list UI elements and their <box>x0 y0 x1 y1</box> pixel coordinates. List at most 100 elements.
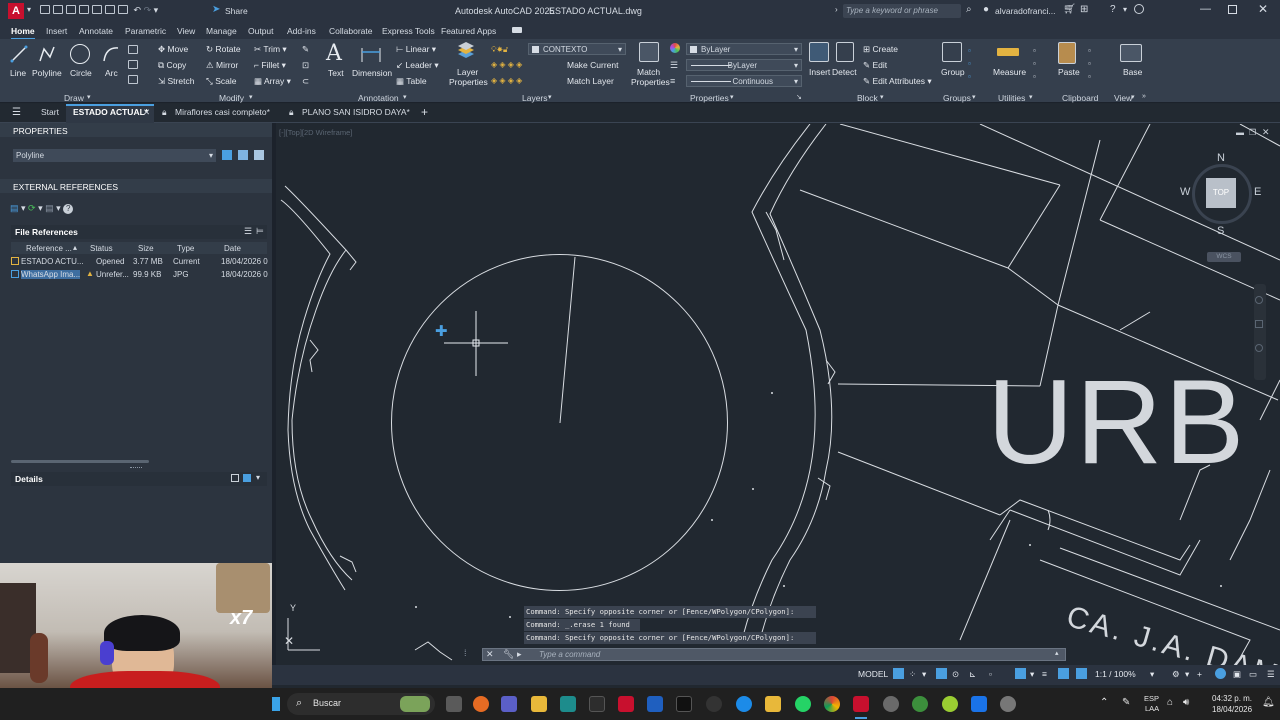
measure-button[interactable]: Measure <box>993 67 1026 77</box>
app-teal-icon[interactable] <box>560 696 576 712</box>
table-row[interactable]: WhatsApp Ima... ▲ Unrefer... 99.9 KB JPG… <box>11 269 268 281</box>
store-icon[interactable] <box>531 696 547 712</box>
gear-icon[interactable]: ⚙ <box>1172 669 1180 680</box>
polyline-button[interactable]: Polyline <box>32 68 62 78</box>
network-icon[interactable]: ⌂ <box>1167 697 1173 708</box>
object-snap-icon[interactable] <box>1015 668 1026 679</box>
viewport-close-icon[interactable]: ✕ <box>1262 127 1270 138</box>
hamburger-menu-icon[interactable]: ☰ <box>12 107 21 118</box>
layer-properties-label-1[interactable]: Layer <box>457 67 478 77</box>
utilities-group-label[interactable]: Utilities <box>998 93 1025 103</box>
help-search-input[interactable]: Type a keyword or phrase <box>843 4 961 18</box>
autocad-taskbar-icon[interactable] <box>853 696 869 712</box>
viewcube-south[interactable]: S <box>1217 225 1224 237</box>
tiktok-icon[interactable] <box>676 696 692 712</box>
customization-icon[interactable]: ☰ <box>1267 669 1275 680</box>
arc-button[interactable]: Arc <box>105 68 118 78</box>
user-name[interactable]: alvaradofranci... <box>995 6 1055 16</box>
search-icon[interactable]: ⌕ <box>966 4 972 15</box>
selection-dropdown[interactable]: Polyline ▾ <box>13 149 216 162</box>
modify-expand-icon[interactable]: ▾ <box>249 93 253 101</box>
properties-launcher-icon[interactable]: ↘ <box>796 93 802 101</box>
steering-wheel-icon[interactable] <box>1255 296 1263 304</box>
viewcube-west[interactable]: W <box>1180 186 1190 198</box>
language-indicator-2[interactable]: LAA <box>1145 704 1159 713</box>
viewport-minimize-icon[interactable]: ▬ <box>1236 128 1244 137</box>
col-status[interactable]: Status <box>90 244 113 253</box>
github-icon[interactable] <box>706 696 722 712</box>
draw-group-label[interactable]: Draw <box>64 93 84 103</box>
viewcube-top-face[interactable]: TOP <box>1206 178 1236 208</box>
base-button[interactable]: Base <box>1123 67 1142 77</box>
firefox-icon[interactable] <box>473 696 489 712</box>
object-snap-dropdown-icon[interactable]: ▾ <box>1030 669 1034 680</box>
lineweight-display-icon[interactable]: ≡ <box>1042 669 1047 679</box>
scale-dropdown-icon[interactable]: ▾ <box>1150 669 1154 680</box>
table-button[interactable]: ▦ Table <box>396 76 427 87</box>
move-button[interactable]: ✥ Move <box>158 44 188 55</box>
plus-icon[interactable]: + <box>1197 669 1202 679</box>
new-icon[interactable] <box>40 5 50 14</box>
app-gray-icon[interactable] <box>883 696 899 712</box>
redo-icon[interactable]: ↷ <box>144 5 152 15</box>
snap-icon[interactable]: ⁘ <box>909 669 916 680</box>
text-button[interactable]: Text <box>328 68 344 78</box>
trim-button[interactable]: ✂ Trim ▾ <box>254 44 287 55</box>
region-icon[interactable] <box>128 75 138 84</box>
clock-time[interactable]: 04:32 p. m. <box>1212 694 1252 703</box>
hatch-icon[interactable] <box>128 60 138 69</box>
change-path-icon[interactable]: ▤ <box>45 203 54 213</box>
close-button[interactable]: ✕ <box>1258 2 1268 16</box>
selection-cycling-icon[interactable] <box>1058 668 1069 679</box>
tab-manage[interactable]: Manage <box>206 26 237 36</box>
command-history-toggle-icon[interactable]: ▴ <box>1055 649 1059 657</box>
settings-dropdown-icon[interactable]: ▾ <box>1185 669 1189 680</box>
block-expand-icon[interactable]: ▾ <box>880 93 884 101</box>
app-store-icon[interactable]: ⊞ <box>1080 4 1088 15</box>
qat-dropdown-icon[interactable]: ▾ <box>154 5 159 15</box>
tab-close-icon[interactable]: ✕ <box>143 107 150 118</box>
tab-insert[interactable]: Insert <box>46 26 67 36</box>
base-view-icon[interactable] <box>1120 44 1142 62</box>
layer-state-icons[interactable]: 💡︎☀︎🔓︎ <box>491 45 508 55</box>
tab-plano-san-isidro[interactable]: PLANO SAN ISIDRO DAYA* <box>302 107 410 117</box>
command-close-icon[interactable]: ✕ <box>486 649 494 660</box>
offset-icon[interactable]: ⊂ <box>302 76 309 87</box>
language-indicator-1[interactable]: ESP <box>1144 694 1159 703</box>
notifications-icon[interactable]: 🔔︎ <box>1262 697 1275 708</box>
quick-select-icon[interactable] <box>254 150 264 160</box>
wcs-menu[interactable]: WCS <box>1207 252 1241 262</box>
select-objects-icon[interactable] <box>238 150 248 160</box>
tab-home[interactable]: Home <box>11 26 35 40</box>
tab-start[interactable]: Start <box>41 107 59 117</box>
windows-start-icon[interactable] <box>272 697 280 711</box>
annotation-expand-icon[interactable]: ▾ <box>403 93 407 101</box>
file-explorer-icon[interactable] <box>765 696 781 712</box>
copy-button[interactable]: ⧉ Copy <box>158 60 186 71</box>
navigation-bar[interactable] <box>1254 284 1266 380</box>
refresh-icon[interactable]: ⟳ <box>28 203 36 213</box>
match-properties-label-2[interactable]: Properties <box>631 77 670 87</box>
paste-icon[interactable] <box>1058 42 1076 64</box>
horizontal-scrollbar[interactable] <box>11 460 149 463</box>
web-open-icon[interactable] <box>92 5 102 14</box>
col-date[interactable]: Date <box>224 244 241 253</box>
tray-pen-icon[interactable]: ✎ <box>1122 697 1130 708</box>
splitter-handle[interactable] <box>130 467 142 469</box>
plot-icon[interactable] <box>118 5 128 14</box>
help-icon[interactable]: ? <box>1110 4 1116 15</box>
make-current-button[interactable]: Make Current <box>567 60 619 70</box>
view-group-label[interactable]: View <box>1114 93 1132 103</box>
clipboard-group-label[interactable]: Clipboard <box>1062 93 1098 103</box>
save-icon[interactable] <box>66 5 76 14</box>
help-dropdown-icon[interactable]: ▾ <box>1123 5 1127 14</box>
whatsapp-icon[interactable] <box>795 696 811 712</box>
color-wheel-icon[interactable] <box>670 43 680 53</box>
detect-icon[interactable] <box>836 42 854 62</box>
tab-output[interactable]: Output <box>248 26 274 36</box>
layer-properties-icon[interactable] <box>456 42 476 60</box>
volume-icon[interactable]: 🔊︎ <box>1183 697 1189 708</box>
pan-icon[interactable] <box>1255 320 1263 328</box>
share-icon[interactable]: ➤ <box>212 4 220 15</box>
explode-icon[interactable]: ⊡ <box>302 60 309 71</box>
